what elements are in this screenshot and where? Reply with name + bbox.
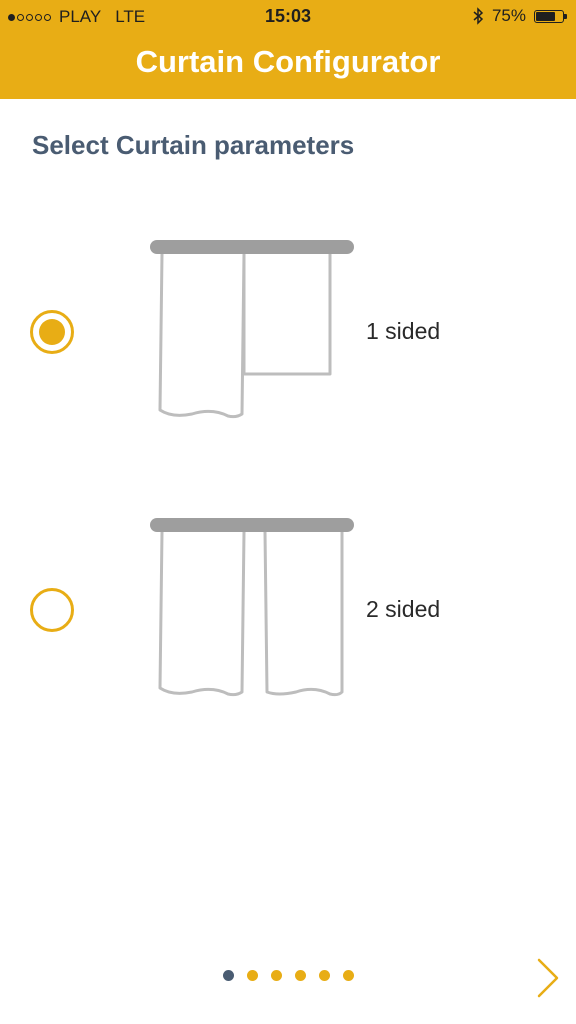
option-1-sided[interactable]: 1 sided bbox=[0, 230, 576, 430]
chevron-right-icon[interactable] bbox=[534, 956, 562, 1000]
page-dot-2[interactable] bbox=[246, 970, 258, 981]
section-title: Select Curtain parameters bbox=[32, 130, 355, 160]
option-2-sided[interactable]: 2 sided bbox=[0, 508, 576, 708]
app-header: PLAY LTE 15:03 75% Curtain Configurator bbox=[0, 0, 576, 99]
bluetooth-icon bbox=[473, 7, 484, 25]
radio-2-sided[interactable] bbox=[30, 588, 74, 632]
curtain-2-sided-icon bbox=[150, 518, 354, 697]
radio-1-sided[interactable] bbox=[30, 310, 74, 354]
status-right: 75% bbox=[472, 6, 567, 26]
page-dot-4[interactable] bbox=[294, 970, 306, 981]
page-dot-5[interactable] bbox=[318, 970, 330, 981]
battery-icon bbox=[534, 9, 567, 23]
radio-selected-dot bbox=[39, 319, 65, 345]
option-label: 1 sided bbox=[366, 318, 441, 344]
page-title: Curtain Configurator bbox=[135, 44, 441, 79]
battery-percent: 75% bbox=[491, 6, 526, 25]
status-bar: PLAY LTE 15:03 75% bbox=[0, 0, 576, 34]
page-dot-1[interactable] bbox=[222, 970, 234, 981]
page-dot-6[interactable] bbox=[342, 970, 354, 981]
option-label: 2 sided bbox=[366, 596, 441, 622]
page-dot-3[interactable] bbox=[270, 970, 282, 981]
curtain-1-sided-icon bbox=[150, 240, 354, 419]
page-indicator bbox=[0, 970, 576, 981]
